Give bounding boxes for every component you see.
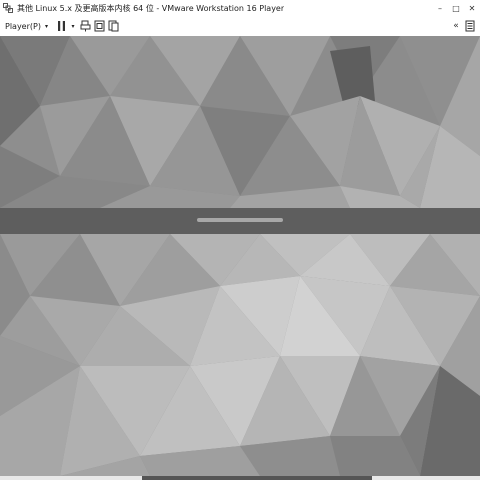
window-title: 其他 Linux 5.x 及更高版本内核 64 位 - VMware Works… <box>17 3 285 13</box>
wallpaper-image <box>0 36 480 476</box>
player-menu-button[interactable]: Player(P) ▾ <box>3 18 50 34</box>
close-button[interactable]: ✕ <box>464 0 480 16</box>
chevron-down-icon: ▾ <box>44 22 48 30</box>
horizontal-scroll-thumb[interactable] <box>142 476 372 480</box>
library-icon[interactable] <box>464 19 476 33</box>
lock-screen-drag-handle[interactable] <box>197 218 283 222</box>
maximize-button[interactable]: □ <box>448 0 464 16</box>
toolbar-right: « <box>448 16 480 36</box>
vm-display[interactable] <box>0 36 480 476</box>
pause-icon[interactable] <box>56 19 68 33</box>
window-controls: – □ ✕ <box>432 0 480 16</box>
unity-icon[interactable] <box>108 19 120 33</box>
send-ctrl-alt-del-icon[interactable] <box>80 19 92 33</box>
fit-guest-icon[interactable] <box>94 19 106 33</box>
pause-dropdown-icon[interactable]: ▾ <box>70 19 76 33</box>
minimize-button[interactable]: – <box>432 0 448 16</box>
collapse-library-icon[interactable]: « <box>450 19 462 33</box>
player-menu-label: Player(P) <box>5 21 41 31</box>
toolbar: Player(P) ▾ ▾ « <box>0 16 480 36</box>
vmware-player-icon[interactable] <box>2 2 14 14</box>
title-bar: 其他 Linux 5.x 及更高版本内核 64 位 - VMware Works… <box>0 0 480 16</box>
